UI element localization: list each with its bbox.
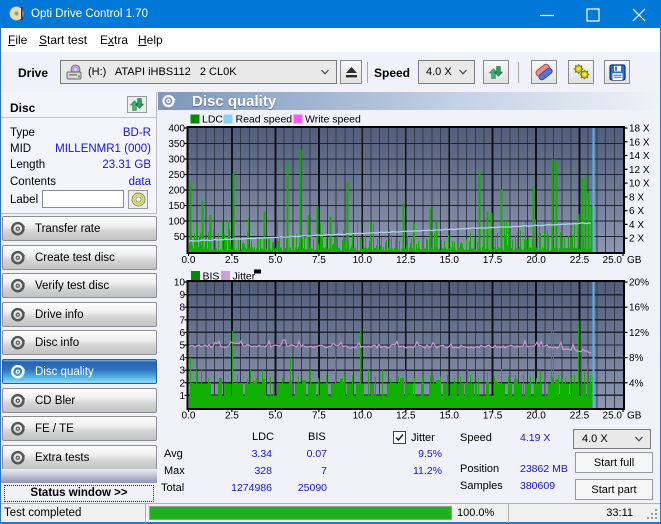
svg-text:250: 250: [168, 170, 185, 181]
svg-text:10: 10: [174, 278, 186, 289]
svg-text:4%: 4%: [629, 378, 644, 389]
svg-text:18 X: 18 X: [629, 124, 650, 135]
svg-text:17.5: 17.5: [483, 411, 503, 422]
svg-text:8: 8: [179, 303, 185, 314]
svg-text:15.0: 15.0: [439, 411, 459, 422]
svg-text:50: 50: [174, 232, 186, 243]
svg-text:BIS: BIS: [203, 271, 220, 283]
svg-text:4 X: 4 X: [629, 220, 644, 231]
svg-text:Jitter: Jitter: [233, 271, 256, 283]
svg-text:200: 200: [168, 186, 185, 197]
svg-text:Write speed: Write speed: [305, 114, 361, 126]
svg-text:16%: 16%: [629, 303, 649, 314]
svg-text:100: 100: [168, 217, 185, 228]
svg-text:12.5: 12.5: [396, 411, 416, 422]
svg-text:7.5: 7.5: [312, 255, 326, 266]
svg-text:6 X: 6 X: [629, 206, 644, 217]
svg-text:16 X: 16 X: [629, 137, 650, 148]
svg-text:2: 2: [179, 378, 185, 389]
svg-text:10.0: 10.0: [353, 411, 373, 422]
svg-text:12.5: 12.5: [396, 255, 416, 266]
svg-text:17.5: 17.5: [483, 255, 503, 266]
svg-text:4: 4: [179, 353, 185, 364]
svg-text:2.5: 2.5: [225, 411, 239, 422]
svg-text:Read speed: Read speed: [236, 114, 293, 126]
svg-text:20.0: 20.0: [526, 255, 546, 266]
svg-text:12%: 12%: [629, 328, 649, 339]
svg-text:2 X: 2 X: [629, 234, 644, 245]
svg-text:GB: GB: [627, 411, 642, 422]
svg-text:6: 6: [179, 328, 185, 339]
svg-text:9: 9: [179, 290, 185, 301]
svg-text:14 X: 14 X: [629, 151, 650, 162]
svg-text:22.5: 22.5: [570, 411, 590, 422]
svg-text:3: 3: [179, 366, 185, 377]
svg-text:12 X: 12 X: [629, 165, 650, 176]
svg-text:400: 400: [168, 124, 185, 135]
svg-text:25.0: 25.0: [603, 255, 623, 266]
svg-text:8 X: 8 X: [629, 192, 644, 203]
svg-text:7: 7: [179, 315, 185, 326]
svg-text:LDC: LDC: [202, 114, 223, 126]
svg-text:25.0: 25.0: [603, 411, 623, 422]
svg-text:20.0: 20.0: [526, 411, 546, 422]
svg-text:0.0: 0.0: [182, 411, 196, 422]
svg-text:GB: GB: [627, 255, 642, 266]
svg-text:20%: 20%: [629, 278, 649, 289]
svg-text:150: 150: [168, 201, 185, 212]
svg-text:7.5: 7.5: [312, 411, 326, 422]
svg-text:350: 350: [168, 139, 185, 150]
svg-text:5.0: 5.0: [268, 411, 282, 422]
svg-text:2.5: 2.5: [225, 255, 239, 266]
svg-text:0.0: 0.0: [182, 255, 196, 266]
svg-text:5: 5: [179, 341, 185, 352]
svg-text:1: 1: [179, 391, 185, 402]
svg-text:10.0: 10.0: [353, 255, 373, 266]
svg-text:10 X: 10 X: [629, 179, 650, 190]
svg-text:5.0: 5.0: [268, 255, 282, 266]
svg-text:300: 300: [168, 155, 185, 166]
svg-text:15.0: 15.0: [439, 255, 459, 266]
svg-text:8%: 8%: [629, 353, 644, 364]
svg-text:22.5: 22.5: [570, 255, 590, 266]
